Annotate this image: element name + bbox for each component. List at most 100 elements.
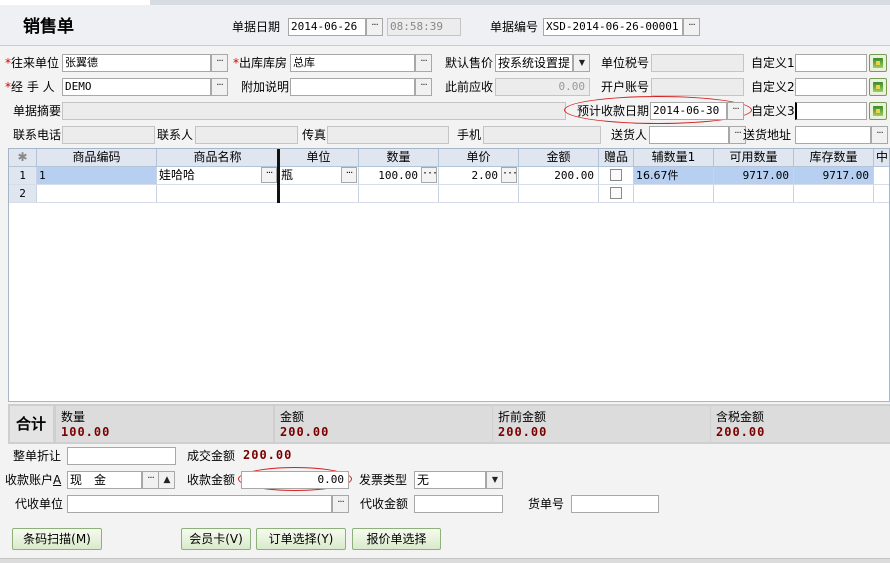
bill-date-field[interactable]: 2014-06-26 [288,18,366,36]
customer-field[interactable]: 张翼德 [62,54,211,72]
delivery-address-label: 送货地址 [743,128,792,142]
bank-account-field [651,78,744,96]
cell-aux-qty[interactable]: 16.67件 [634,167,714,184]
agent-amount-field[interactable] [414,495,503,513]
invoice-type-label: 发票类型 [359,473,408,487]
cell-qty[interactable]: 100.00 ··· [359,167,439,184]
remark-picker-button[interactable]: ··· [415,78,432,96]
barcode-scan-button[interactable]: 条码扫描(M) [12,528,102,550]
cell-stock[interactable]: 9717.00 [794,167,874,184]
custom1-calendar-icon[interactable] [869,54,887,72]
bill-number-button[interactable]: ··· [683,18,700,36]
cell-name[interactable] [157,185,279,202]
col-header-more[interactable]: 中 [874,149,889,166]
member-card-button[interactable]: 会员卡(V) [181,528,251,550]
total-amount-label: 金额 [280,410,305,424]
cell-qty[interactable] [359,185,439,202]
cell-qty-text: 100.00 [378,169,418,182]
agent-unit-picker-button[interactable]: ··· [332,495,349,513]
cell-name[interactable]: 娃哈哈 ··· [157,167,279,184]
bill-date-picker-button[interactable]: ··· [366,18,383,36]
gift-checkbox[interactable] [610,169,622,181]
cell-gift[interactable] [599,167,634,184]
cell-name-picker-button[interactable]: ··· [261,167,277,183]
order-select-button[interactable]: 订单选择(Y) [256,528,346,550]
phone-field[interactable] [62,126,155,144]
delivery-address-field[interactable] [795,126,871,144]
col-header-code[interactable]: 商品编码 [37,149,157,166]
total-qty-value: 100.00 [61,425,111,439]
delivery-person-field[interactable] [649,126,729,144]
cell-unit-text: 瓶 [281,168,294,182]
gift-checkbox[interactable] [610,187,622,199]
col-header-aux-qty[interactable]: 辅数量1 [634,149,714,166]
col-header-unit[interactable]: 单位 [279,149,359,166]
cell-amount[interactable] [519,185,599,202]
delivery-address-picker-button[interactable]: ··· [871,126,888,144]
custom1-field[interactable] [795,54,867,72]
contact-field[interactable] [195,126,298,144]
tax-amount-value: 200.00 [716,425,766,439]
table-row[interactable]: 1 1 娃哈哈 ··· 瓶 ··· 100.00 ··· 2.00 ··· 20… [9,167,889,185]
cell-unit[interactable] [279,185,359,202]
col-header-name[interactable]: 商品名称 [157,149,279,166]
cell-aux-qty[interactable] [634,185,714,202]
cell-code[interactable]: 1 [37,167,157,184]
cell-stock[interactable] [794,185,874,202]
prev-receivable-field: 0.00 [495,78,590,96]
cell-available[interactable] [714,185,794,202]
col-header-qty[interactable]: 数量 [359,149,439,166]
fax-label: 传真 [302,128,327,142]
warehouse-picker-button[interactable]: ··· [415,54,432,72]
cell-unit[interactable]: 瓶 ··· [279,167,359,184]
expected-date-picker-button[interactable]: ··· [727,102,744,120]
account-picker-button[interactable]: ··· [142,471,159,489]
account-field[interactable]: 现 金 [67,471,142,489]
expected-date-field[interactable]: 2014-06-30 [650,102,727,120]
handler-field[interactable]: DEMO [62,78,211,96]
mobile-field[interactable] [483,126,601,144]
custom3-calendar-icon[interactable] [869,102,887,120]
bill-number-field[interactable]: XSD-2014-06-26-00001 [543,18,683,36]
handler-picker-button[interactable]: ··· [211,78,228,96]
cell-available[interactable]: 9717.00 [714,167,794,184]
account-up-arrow-icon[interactable]: ▲ [158,471,175,489]
deal-amount-value: 200.00 [243,448,293,462]
cell-price[interactable]: 2.00 ··· [439,167,519,184]
agent-unit-field[interactable] [67,495,332,513]
cell-price[interactable] [439,185,519,202]
cell-price-picker-button[interactable]: ··· [501,167,518,183]
col-header-stock[interactable]: 库存数量 [794,149,874,166]
col-header-gift[interactable]: 赠品 [599,149,634,166]
quote-select-button[interactable]: 报价单选择 [352,528,441,550]
custom2-calendar-icon[interactable] [869,78,887,96]
default-price-dropdown-button[interactable]: ▼ [573,54,590,72]
invoice-type-dropdown-button[interactable]: ▼ [486,471,503,489]
custom1-label: 自定义1 [751,56,795,70]
cell-unit-picker-button[interactable]: ··· [341,167,357,183]
agent-unit-label: 代收单位 [15,497,64,511]
summary-field[interactable] [62,102,566,120]
custom3-field[interactable] [795,102,867,120]
cell-qty-picker-button[interactable]: ··· [421,167,438,183]
invoice-type-select[interactable]: 无 [414,471,486,489]
table-row[interactable]: 2 [9,185,889,203]
default-price-select[interactable]: 按系统设置提 [495,54,573,72]
product-grid[interactable]: ✱ 商品编码 商品名称 单位 数量 单价 金额 赠品 辅数量1 可用数量 库存数… [8,148,890,402]
col-header-amount[interactable]: 金额 [519,149,599,166]
customer-picker-button[interactable]: ··· [211,54,228,72]
warehouse-field[interactable]: 总库 [290,54,415,72]
cell-code[interactable] [37,185,157,202]
custom2-label: 自定义2 [751,80,795,94]
received-amount-field[interactable]: 0.00 [241,471,349,489]
remark-field[interactable] [290,78,415,96]
col-header-price[interactable]: 单价 [439,149,519,166]
fax-field[interactable] [327,126,449,144]
custom2-field[interactable] [795,78,867,96]
cell-gift[interactable] [599,185,634,202]
col-header-available[interactable]: 可用数量 [714,149,794,166]
discount-label: 整单折让 [13,449,62,463]
cell-amount[interactable]: 200.00 [519,167,599,184]
discount-field[interactable] [67,447,176,465]
waybill-field[interactable] [571,495,659,513]
